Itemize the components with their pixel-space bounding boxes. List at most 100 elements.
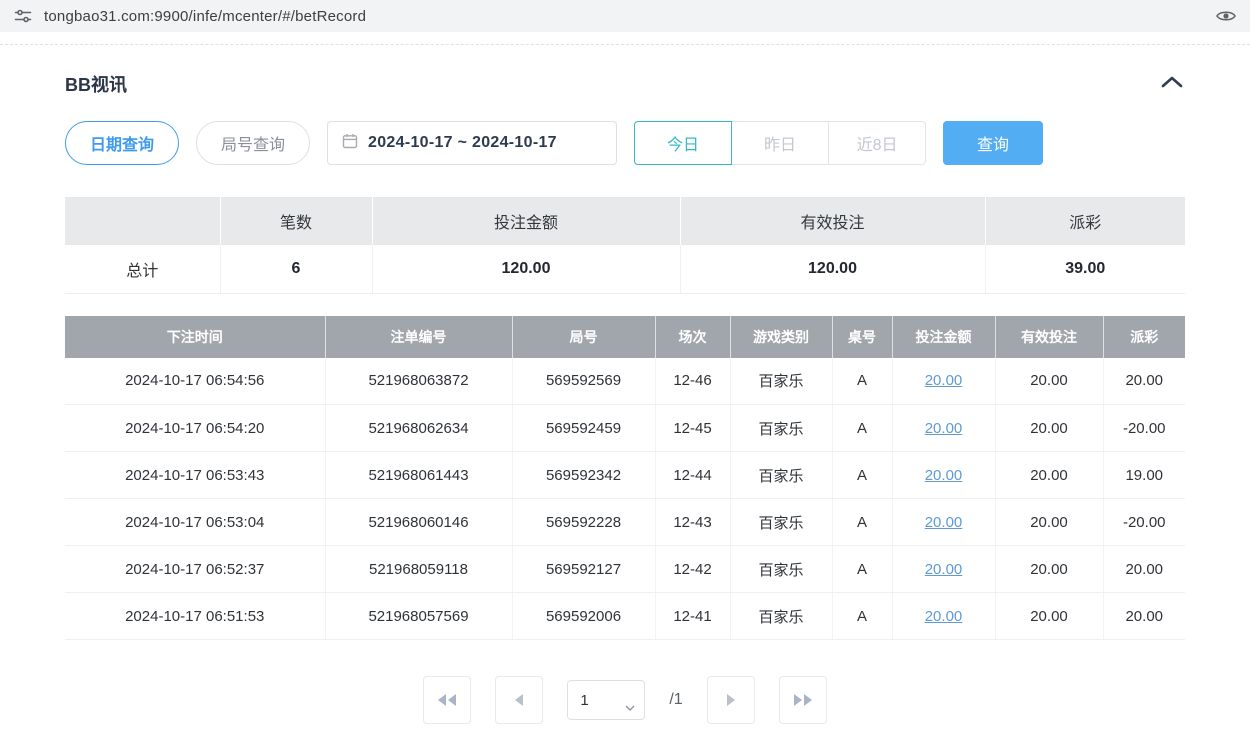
cell-valid-bet: 20.00: [995, 452, 1103, 499]
right-arrow-icon: [725, 692, 737, 708]
left-arrow-icon: [513, 692, 525, 708]
cell-session: 12-43: [655, 499, 730, 546]
bet-amount-link[interactable]: 20.00: [925, 420, 963, 437]
preview-eye-icon[interactable]: [1216, 9, 1236, 23]
panel-title: BB视讯: [65, 71, 127, 97]
last8days-button[interactable]: 近8日: [828, 121, 926, 165]
cell-bet-id: 521968062634: [325, 405, 512, 452]
cell-game-type: 百家乐: [730, 593, 832, 640]
prev-page-button[interactable]: [495, 676, 543, 724]
site-info-icon[interactable]: [14, 7, 32, 25]
collapse-chevron-icon[interactable]: [1159, 73, 1185, 95]
cell-bet-id: 521968059118: [325, 546, 512, 593]
cell-bet-time: 2024-10-17 06:54:20: [65, 405, 325, 452]
summary-valid-bet-value: 120.00: [680, 245, 985, 293]
cell-valid-bet: 20.00: [995, 593, 1103, 640]
today-button[interactable]: 今日: [634, 121, 732, 165]
header-session: 场次: [655, 316, 730, 358]
cell-table-no: A: [832, 546, 892, 593]
summary-table: 笔数 投注金额 有效投注 派彩 总计 6 120.00 120.00 39.00: [65, 197, 1185, 294]
cell-payout: -20.00: [1103, 499, 1185, 546]
cell-game-type: 百家乐: [730, 452, 832, 499]
cell-valid-bet: 20.00: [995, 499, 1103, 546]
header-bet-id: 注单编号: [325, 316, 512, 358]
quick-range-group: 今日 昨日 近8日: [634, 121, 926, 165]
summary-header-payout: 派彩: [985, 197, 1185, 245]
header-valid-bet: 有效投注: [995, 316, 1103, 358]
bet-amount-link[interactable]: 20.00: [925, 372, 963, 389]
table-row: 2024-10-17 06:51:53 521968057569 5695920…: [65, 593, 1185, 640]
table-row: 2024-10-17 06:54:20 521968062634 5695924…: [65, 405, 1185, 452]
yesterday-button[interactable]: 昨日: [731, 121, 829, 165]
cell-table-no: A: [832, 358, 892, 405]
cell-round-id: 569592228: [512, 499, 655, 546]
double-left-arrow-icon: [436, 692, 458, 708]
browser-address-bar: tongbao31.com:9900/infe/mcenter/#/betRec…: [0, 0, 1250, 32]
address-url[interactable]: tongbao31.com:9900/infe/mcenter/#/betRec…: [44, 8, 1204, 25]
cell-session: 12-41: [655, 593, 730, 640]
cell-bet-time: 2024-10-17 06:53:43: [65, 452, 325, 499]
cell-round-id: 569592127: [512, 546, 655, 593]
table-row: 2024-10-17 06:52:37 521968059118 5695921…: [65, 546, 1185, 593]
cell-valid-bet: 20.00: [995, 546, 1103, 593]
panel-header: BB视讯: [65, 71, 1185, 97]
cell-bet-id: 521968061443: [325, 452, 512, 499]
cell-bet-time: 2024-10-17 06:51:53: [65, 593, 325, 640]
bet-records-table: 下注时间 注单编号 局号 场次 游戏类别 桌号 投注金额 有效投注 派彩 202…: [65, 316, 1185, 641]
cell-payout: 20.00: [1103, 546, 1185, 593]
next-page-button[interactable]: [707, 676, 755, 724]
round-query-tab[interactable]: 局号查询: [196, 121, 310, 165]
cell-round-id: 569592459: [512, 405, 655, 452]
cell-table-no: A: [832, 452, 892, 499]
cell-bet-id: 521968057569: [325, 593, 512, 640]
cell-bet-id: 521968063872: [325, 358, 512, 405]
summary-header-bet-amount: 投注金额: [372, 197, 680, 245]
cell-bet-id: 521968060146: [325, 499, 512, 546]
header-game-type: 游戏类别: [730, 316, 832, 358]
cell-bet-time: 2024-10-17 06:54:56: [65, 358, 325, 405]
date-range-value: 2024-10-17 ~ 2024-10-17: [368, 134, 557, 152]
summary-header-row: 笔数 投注金额 有效投注 派彩: [65, 197, 1185, 245]
cell-payout: 20.00: [1103, 593, 1185, 640]
table-row: 2024-10-17 06:53:43 521968061443 5695923…: [65, 452, 1185, 499]
search-button[interactable]: 查询: [943, 121, 1043, 165]
summary-header-valid-bet: 有效投注: [680, 197, 985, 245]
cell-game-type: 百家乐: [730, 499, 832, 546]
cell-game-type: 百家乐: [730, 358, 832, 405]
cell-game-type: 百家乐: [730, 405, 832, 452]
cell-session: 12-46: [655, 358, 730, 405]
date-query-tab[interactable]: 日期查询: [65, 121, 179, 165]
cell-bet-time: 2024-10-17 06:53:04: [65, 499, 325, 546]
bet-amount-link[interactable]: 20.00: [925, 608, 963, 625]
pagination: 1 /1: [65, 676, 1185, 724]
cell-round-id: 569592342: [512, 452, 655, 499]
table-row: 2024-10-17 06:53:04 521968060146 5695922…: [65, 499, 1185, 546]
cell-session: 12-44: [655, 452, 730, 499]
cell-game-type: 百家乐: [730, 546, 832, 593]
bet-amount-link[interactable]: 20.00: [925, 467, 963, 484]
bet-record-page: BB视讯 日期查询 局号查询 2024-10-17 ~ 2024-10-17 今…: [0, 71, 1250, 724]
page-select[interactable]: 1: [568, 681, 644, 719]
last-page-button[interactable]: [779, 676, 827, 724]
summary-count-value: 6: [220, 245, 372, 293]
header-table-no: 桌号: [832, 316, 892, 358]
cell-table-no: A: [832, 593, 892, 640]
records-header-row: 下注时间 注单编号 局号 场次 游戏类别 桌号 投注金额 有效投注 派彩: [65, 316, 1185, 358]
header-round-id: 局号: [512, 316, 655, 358]
bet-amount-link[interactable]: 20.00: [925, 514, 963, 531]
calendar-icon: [342, 133, 358, 154]
cell-bet-time: 2024-10-17 06:52:37: [65, 546, 325, 593]
page-total: /1: [669, 691, 682, 709]
table-row: 2024-10-17 06:54:56 521968063872 5695925…: [65, 358, 1185, 405]
cell-valid-bet: 20.00: [995, 405, 1103, 452]
bet-amount-link[interactable]: 20.00: [925, 561, 963, 578]
first-page-button[interactable]: [423, 676, 471, 724]
double-right-arrow-icon: [792, 692, 814, 708]
cell-payout: 19.00: [1103, 452, 1185, 499]
cell-valid-bet: 20.00: [995, 358, 1103, 405]
cell-session: 12-42: [655, 546, 730, 593]
date-range-picker[interactable]: 2024-10-17 ~ 2024-10-17: [327, 121, 617, 165]
cell-table-no: A: [832, 499, 892, 546]
summary-payout-value: 39.00: [985, 245, 1185, 293]
summary-bet-amount-value: 120.00: [372, 245, 680, 293]
